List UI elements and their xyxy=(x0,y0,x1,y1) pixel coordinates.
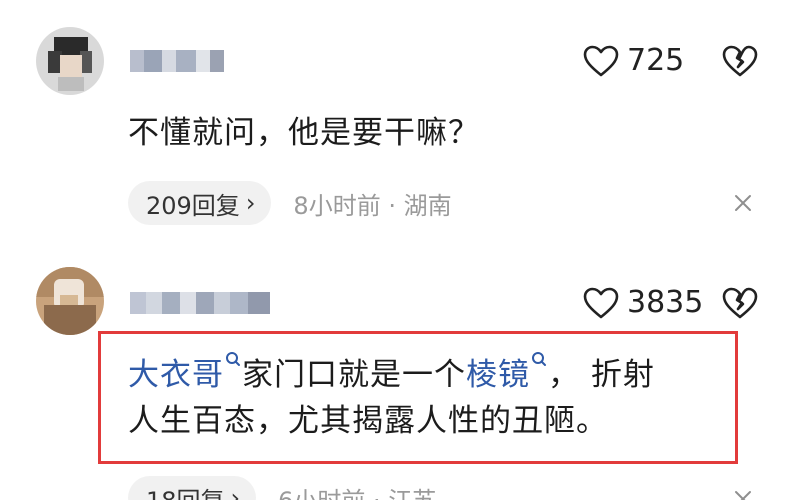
username-blurred[interactable] xyxy=(130,50,224,72)
chevron-right-icon: › xyxy=(230,484,241,500)
heart-outline-icon xyxy=(583,45,619,77)
comment-text: 不懂就问，他是要干嘛？ xyxy=(128,115,480,151)
broken-heart-icon[interactable] xyxy=(722,45,758,81)
highlight-box xyxy=(98,331,738,464)
reply-count-label: 18回复 xyxy=(146,481,225,500)
comment-meta: 8小时前 · 湖南 xyxy=(293,191,452,220)
like-button[interactable]: 3835 xyxy=(583,287,703,319)
username-blurred[interactable] xyxy=(130,292,270,314)
heart-outline-icon xyxy=(583,287,619,319)
comment-meta: 6小时前 · 江苏 xyxy=(278,481,436,500)
reply-count-button[interactable]: 18回复 › xyxy=(128,476,257,500)
like-button[interactable]: 725 xyxy=(583,45,684,77)
like-count: 3835 xyxy=(627,285,704,320)
like-count: 725 xyxy=(627,43,685,78)
avatar[interactable] xyxy=(36,27,104,95)
reply-count-label: 209回复 xyxy=(146,191,240,220)
broken-heart-icon[interactable] xyxy=(722,287,758,323)
reply-count-button[interactable]: 209回复 › xyxy=(128,181,272,225)
chevron-right-icon: › xyxy=(245,189,256,217)
avatar[interactable] xyxy=(36,267,104,335)
close-icon[interactable] xyxy=(734,490,752,500)
close-icon[interactable] xyxy=(734,194,752,216)
